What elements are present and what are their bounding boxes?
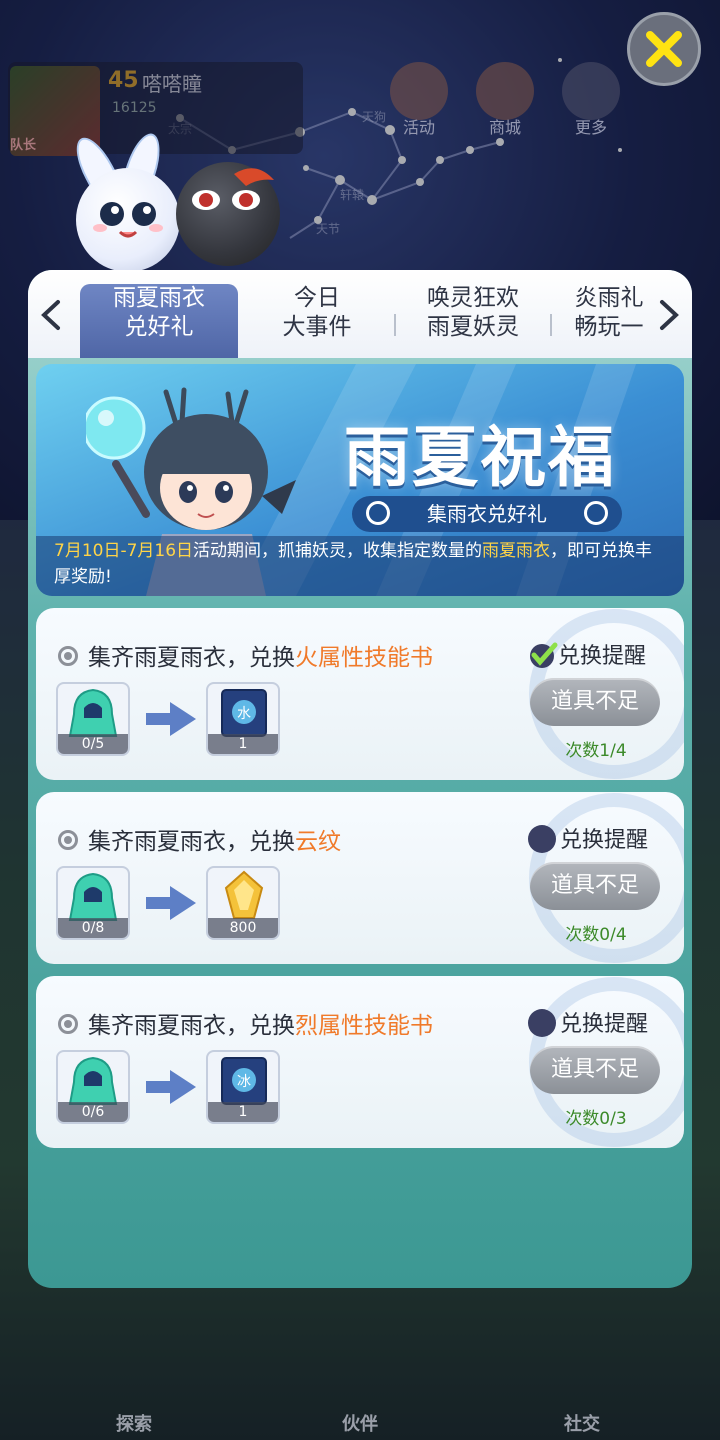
close-button[interactable] [627, 12, 701, 86]
tab-label-line2: 兑好礼 [124, 314, 194, 340]
exchange-reminder-toggle[interactable]: 兑换提醒 [528, 638, 646, 671]
tab-today-events[interactable]: 今日 大事件 [242, 284, 392, 358]
banner-subtitle: 集雨衣兑好礼 [427, 502, 547, 526]
swirl-icon [366, 501, 390, 525]
tab-scroll-left-icon[interactable] [38, 298, 64, 332]
tab-flame-rain[interactable]: 炎雨礼 畅玩一 [554, 284, 664, 358]
tab-label-line1: 唤灵狂欢 [427, 285, 519, 311]
skill-book-icon: 冰 [221, 1057, 267, 1105]
unchecked-circle-icon [528, 825, 556, 853]
exchange-button[interactable]: 道具不足 [530, 678, 660, 726]
tab-label-line1: 雨夏雨衣 [113, 285, 205, 311]
exchange-button[interactable]: 道具不足 [530, 1046, 660, 1094]
black-mascot [176, 162, 280, 266]
white-rabbit-mascot [76, 168, 180, 272]
banner-title: 雨夏祝福 [344, 419, 616, 496]
desc-text: 活动期间，抓捕妖灵，收集指定数量的 [193, 541, 483, 561]
raincoat-item-slot[interactable]: 0/6 [56, 1050, 130, 1124]
close-icon [646, 31, 682, 67]
card-title: 集齐雨夏雨衣，兑换云纹 [88, 822, 341, 856]
item-count: 0/5 [58, 734, 128, 754]
banner-description: 7月10日-7月16日活动期间，抓捕妖灵，收集指定数量的雨夏雨衣，即可兑换丰厚奖… [36, 536, 684, 596]
item-count: 0/6 [58, 1102, 128, 1122]
item-count: 1 [208, 1102, 278, 1122]
raincoat-item-slot[interactable]: 0/5 [56, 682, 130, 756]
tab-summon-carnival[interactable]: 唤灵狂欢 雨夏妖灵 [398, 284, 548, 358]
banner-subtitle-pill: 集雨衣兑好礼 [352, 496, 622, 532]
exchange-times: 次数0/4 [565, 925, 627, 945]
tab-label-line2: 畅玩一 [574, 314, 644, 340]
arrow-right-icon [146, 886, 196, 920]
raincoat-item-slot[interactable]: 0/8 [56, 866, 130, 940]
exchange-card: 集齐雨夏雨衣，兑换火属性技能书 0/5 水 1 兑换提醒 道具不足 次数1/4 [36, 608, 684, 780]
reward-item-slot[interactable]: 冰 1 [206, 1050, 280, 1124]
reminder-label: 兑换提醒 [560, 1012, 649, 1037]
svg-text:冰: 冰 [237, 1074, 251, 1090]
bullet-icon [58, 646, 78, 666]
tab-label-line2: 雨夏妖灵 [427, 314, 519, 340]
event-dates: 7月10日-7月16日 [54, 541, 194, 561]
reminder-label: 兑换提醒 [558, 644, 647, 669]
event-banner: 雨夏祝福 集雨衣兑好礼 7月10日-7月16日活动期间，抓捕妖灵，收集指定数量的… [36, 364, 684, 596]
card-reward-name: 火属性技能书 [295, 645, 433, 671]
svg-text:水: 水 [237, 706, 251, 722]
card-title-prefix: 集齐雨夏雨衣，兑换 [88, 1013, 295, 1039]
card-title: 集齐雨夏雨衣，兑换火属性技能书 [88, 638, 433, 672]
event-tab-bar: 雨夏雨衣 兑好礼 今日 大事件 唤灵狂欢 雨夏妖灵 炎雨礼 畅玩一 [28, 270, 692, 358]
tab-divider [550, 314, 552, 336]
skill-book-icon: 水 [221, 689, 267, 737]
tab-raincoat-exchange[interactable]: 雨夏雨衣 兑好礼 [80, 284, 238, 358]
tab-label-line2: 大事件 [282, 314, 352, 340]
card-reward-name: 烈属性技能书 [295, 1013, 433, 1039]
item-count: 1 [208, 734, 278, 754]
exchange-card: 集齐雨夏雨衣，兑换云纹 0/8 800 兑换提醒 道具不足 次数0/4 [36, 792, 684, 964]
item-count: 800 [208, 918, 278, 938]
tab-label-line1: 今日 [294, 285, 340, 311]
exchange-button[interactable]: 道具不足 [530, 862, 660, 910]
arrow-right-icon [146, 702, 196, 736]
raincoat-icon [68, 688, 118, 737]
card-title-prefix: 集齐雨夏雨衣，兑换 [88, 645, 295, 671]
reward-item-slot[interactable]: 水 1 [206, 682, 280, 756]
arrow-right-icon [146, 1070, 196, 1104]
swirl-icon [584, 501, 608, 525]
card-title: 集齐雨夏雨衣，兑换烈属性技能书 [88, 1006, 433, 1040]
exchange-times: 次数1/4 [565, 741, 627, 761]
item-count: 0/8 [58, 918, 128, 938]
desc-item-name: 雨夏雨衣 [482, 541, 551, 561]
raincoat-icon [68, 872, 118, 921]
card-reward-name: 云纹 [295, 829, 341, 855]
exchange-card: 集齐雨夏雨衣，兑换烈属性技能书 0/6 冰 1 兑换提醒 道具不足 次数0/3 [36, 976, 684, 1148]
unchecked-circle-icon [528, 1009, 556, 1037]
exchange-reminder-toggle[interactable]: 兑换提醒 [528, 822, 648, 855]
checkmark-icon [530, 642, 558, 668]
tab-label-line1: 炎雨礼 [574, 285, 644, 311]
reminder-label: 兑换提醒 [560, 828, 649, 853]
bullet-icon [58, 830, 78, 850]
raincoat-icon [68, 1056, 118, 1105]
exchange-reminder-toggle[interactable]: 兑换提醒 [528, 1006, 648, 1039]
cloud-pattern-icon [224, 870, 264, 919]
reward-item-slot[interactable]: 800 [206, 866, 280, 940]
bullet-icon [58, 1014, 78, 1034]
card-title-prefix: 集齐雨夏雨衣，兑换 [88, 829, 295, 855]
event-panel: 雨夏雨衣 兑好礼 今日 大事件 唤灵狂欢 雨夏妖灵 炎雨礼 畅玩一 雨夏祝福 集… [28, 270, 692, 1288]
tab-scroll-right-icon[interactable] [656, 298, 682, 332]
exchange-times: 次数0/3 [565, 1109, 627, 1129]
tab-divider [394, 314, 396, 336]
